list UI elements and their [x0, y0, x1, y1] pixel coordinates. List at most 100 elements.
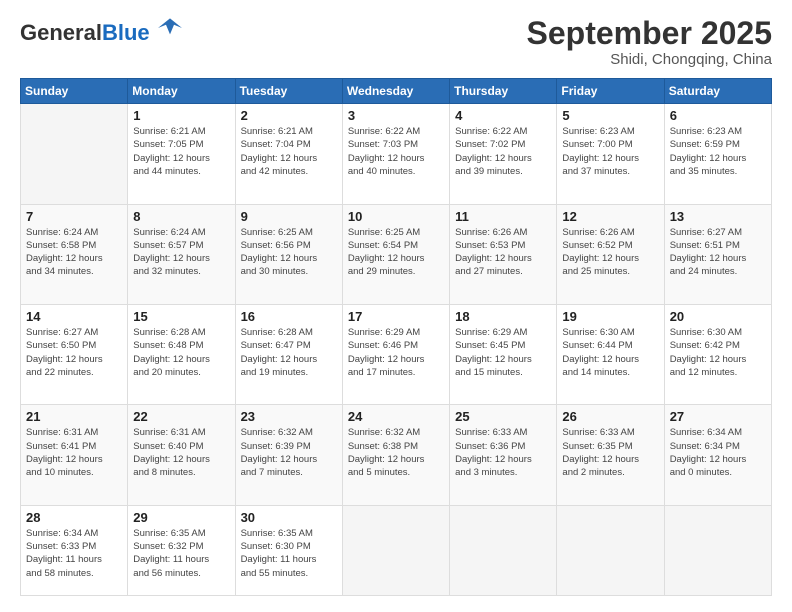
col-thursday: Thursday	[450, 79, 557, 104]
day-info: Sunrise: 6:31 AMSunset: 6:41 PMDaylight:…	[26, 426, 122, 479]
day-number: 1	[133, 108, 229, 123]
table-row: 1Sunrise: 6:21 AMSunset: 7:05 PMDaylight…	[128, 104, 235, 204]
logo-bird-icon	[158, 16, 182, 40]
table-row: 7 Sunrise: 6:24 AMSunset: 6:58 PMDaylight…	[21, 204, 128, 304]
table-row: 30 Sunrise: 6:35 AMSunset: 6:30 PMDayligh…	[235, 505, 342, 595]
day-info: Sunrise: 6:26 AMSunset: 6:53 PMDaylight:…	[455, 226, 551, 279]
col-sunday: Sunday	[21, 79, 128, 104]
day-info: Sunrise: 6:23 AMSunset: 6:59 PMDaylight:…	[670, 125, 766, 178]
day-info: Sunrise: 6:25 AMSunset: 6:56 PMDaylight:…	[241, 226, 337, 279]
day-number: 29	[133, 510, 229, 525]
col-wednesday: Wednesday	[342, 79, 449, 104]
table-row: 12 Sunrise: 6:26 AMSunset: 6:52 PMDayligh…	[557, 204, 664, 304]
table-row: 24 Sunrise: 6:32 AMSunset: 6:38 PMDayligh…	[342, 405, 449, 505]
table-row: 11 Sunrise: 6:26 AMSunset: 6:53 PMDayligh…	[450, 204, 557, 304]
day-info: Sunrise: 6:29 AMSunset: 6:45 PMDaylight:…	[455, 326, 551, 379]
table-row: 25 Sunrise: 6:33 AMSunset: 6:36 PMDayligh…	[450, 405, 557, 505]
table-row: 10 Sunrise: 6:25 AMSunset: 6:54 PMDayligh…	[342, 204, 449, 304]
day-info: Sunrise: 6:22 AMSunset: 7:03 PMDaylight:…	[348, 125, 444, 178]
day-number: 22	[133, 409, 229, 424]
day-info: Sunrise: 6:32 AMSunset: 6:38 PMDaylight:…	[348, 426, 444, 479]
day-info: Sunrise: 6:28 AMSunset: 6:48 PMDaylight:…	[133, 326, 229, 379]
table-row: 4 Sunrise: 6:22 AMSunset: 7:02 PMDaylight…	[450, 104, 557, 204]
logo-blue: Blue	[102, 20, 150, 45]
col-saturday: Saturday	[664, 79, 771, 104]
logo-text: GeneralBlue	[20, 16, 182, 45]
day-info: Sunrise: 6:25 AMSunset: 6:54 PMDaylight:…	[348, 226, 444, 279]
day-info: Sunrise: 6:24 AMSunset: 6:58 PMDaylight:…	[26, 226, 122, 279]
day-number: 8	[133, 209, 229, 224]
table-row: 3 Sunrise: 6:22 AMSunset: 7:03 PMDaylight…	[342, 104, 449, 204]
calendar-table: Sunday Monday Tuesday Wednesday Thursday…	[20, 78, 772, 596]
day-number: 5	[562, 108, 658, 123]
table-row: 27 Sunrise: 6:34 AMSunset: 6:34 PMDayligh…	[664, 405, 771, 505]
day-number: 19	[562, 309, 658, 324]
table-row	[664, 505, 771, 595]
day-info: Sunrise: 6:29 AMSunset: 6:46 PMDaylight:…	[348, 326, 444, 379]
table-row: 16Sunrise: 6:28 AMSunset: 6:47 PMDayligh…	[235, 304, 342, 404]
day-info: Sunrise: 6:30 AMSunset: 6:42 PMDaylight:…	[670, 326, 766, 379]
logo: GeneralBlue	[20, 16, 182, 45]
day-number: 18	[455, 309, 551, 324]
day-number: 9	[241, 209, 337, 224]
table-row: 2 Sunrise: 6:21 AMSunset: 7:04 PMDaylight…	[235, 104, 342, 204]
day-number: 13	[670, 209, 766, 224]
col-monday: Monday	[128, 79, 235, 104]
day-info: Sunrise: 6:27 AMSunset: 6:50 PMDaylight:…	[26, 326, 122, 379]
table-row	[21, 104, 128, 204]
table-row: 9 Sunrise: 6:25 AMSunset: 6:56 PMDaylight…	[235, 204, 342, 304]
day-number: 17	[348, 309, 444, 324]
day-number: 10	[348, 209, 444, 224]
day-info: Sunrise: 6:31 AMSunset: 6:40 PMDaylight:…	[133, 426, 229, 479]
day-number: 27	[670, 409, 766, 424]
day-info: Sunrise: 6:34 AMSunset: 6:33 PMDaylight:…	[26, 527, 122, 580]
page: GeneralBlue September 2025 Shidi, Chongq…	[0, 0, 792, 612]
day-number: 7	[26, 209, 122, 224]
table-row: 17 Sunrise: 6:29 AMSunset: 6:46 PMDayligh…	[342, 304, 449, 404]
table-row: 8 Sunrise: 6:24 AMSunset: 6:57 PMDaylight…	[128, 204, 235, 304]
location-subtitle: Shidi, Chongqing, China	[527, 51, 772, 68]
header: GeneralBlue September 2025 Shidi, Chongq…	[20, 16, 772, 68]
table-row: 18 Sunrise: 6:29 AMSunset: 6:45 PMDayligh…	[450, 304, 557, 404]
table-row: 6 Sunrise: 6:23 AMSunset: 6:59 PMDaylight…	[664, 104, 771, 204]
table-row: 15Sunrise: 6:28 AMSunset: 6:48 PMDayligh…	[128, 304, 235, 404]
day-info: Sunrise: 6:34 AMSunset: 6:34 PMDaylight:…	[670, 426, 766, 479]
day-info: Sunrise: 6:27 AMSunset: 6:51 PMDaylight:…	[670, 226, 766, 279]
day-number: 2	[241, 108, 337, 123]
table-row: 26Sunrise: 6:33 AMSunset: 6:35 PMDayligh…	[557, 405, 664, 505]
table-row: 19 Sunrise: 6:30 AMSunset: 6:44 PMDayligh…	[557, 304, 664, 404]
day-number: 26	[562, 409, 658, 424]
day-number: 23	[241, 409, 337, 424]
day-number: 24	[348, 409, 444, 424]
table-row	[342, 505, 449, 595]
table-row: 5 Sunrise: 6:23 AMSunset: 7:00 PMDaylight…	[557, 104, 664, 204]
table-row	[450, 505, 557, 595]
month-title: September 2025	[527, 16, 772, 51]
table-row: 14Sunrise: 6:27 AMSunset: 6:50 PMDayligh…	[21, 304, 128, 404]
day-info: Sunrise: 6:21 AMSunset: 7:04 PMDaylight:…	[241, 125, 337, 178]
day-info: Sunrise: 6:35 AMSunset: 6:32 PMDaylight:…	[133, 527, 229, 580]
day-info: Sunrise: 6:24 AMSunset: 6:57 PMDaylight:…	[133, 226, 229, 279]
table-row: 21Sunrise: 6:31 AMSunset: 6:41 PMDayligh…	[21, 405, 128, 505]
day-info: Sunrise: 6:22 AMSunset: 7:02 PMDaylight:…	[455, 125, 551, 178]
day-number: 11	[455, 209, 551, 224]
day-info: Sunrise: 6:32 AMSunset: 6:39 PMDaylight:…	[241, 426, 337, 479]
day-number: 6	[670, 108, 766, 123]
col-tuesday: Tuesday	[235, 79, 342, 104]
day-info: Sunrise: 6:26 AMSunset: 6:52 PMDaylight:…	[562, 226, 658, 279]
day-info: Sunrise: 6:28 AMSunset: 6:47 PMDaylight:…	[241, 326, 337, 379]
day-number: 30	[241, 510, 337, 525]
table-row: 13 Sunrise: 6:27 AMSunset: 6:51 PMDayligh…	[664, 204, 771, 304]
table-row: 28Sunrise: 6:34 AMSunset: 6:33 PMDayligh…	[21, 505, 128, 595]
day-info: Sunrise: 6:23 AMSunset: 7:00 PMDaylight:…	[562, 125, 658, 178]
day-number: 25	[455, 409, 551, 424]
day-info: Sunrise: 6:35 AMSunset: 6:30 PMDaylight:…	[241, 527, 337, 580]
table-row	[557, 505, 664, 595]
day-number: 4	[455, 108, 551, 123]
day-info: Sunrise: 6:33 AMSunset: 6:36 PMDaylight:…	[455, 426, 551, 479]
day-info: Sunrise: 6:30 AMSunset: 6:44 PMDaylight:…	[562, 326, 658, 379]
day-number: 3	[348, 108, 444, 123]
day-number: 12	[562, 209, 658, 224]
col-friday: Friday	[557, 79, 664, 104]
table-row: 29 Sunrise: 6:35 AMSunset: 6:32 PMDayligh…	[128, 505, 235, 595]
